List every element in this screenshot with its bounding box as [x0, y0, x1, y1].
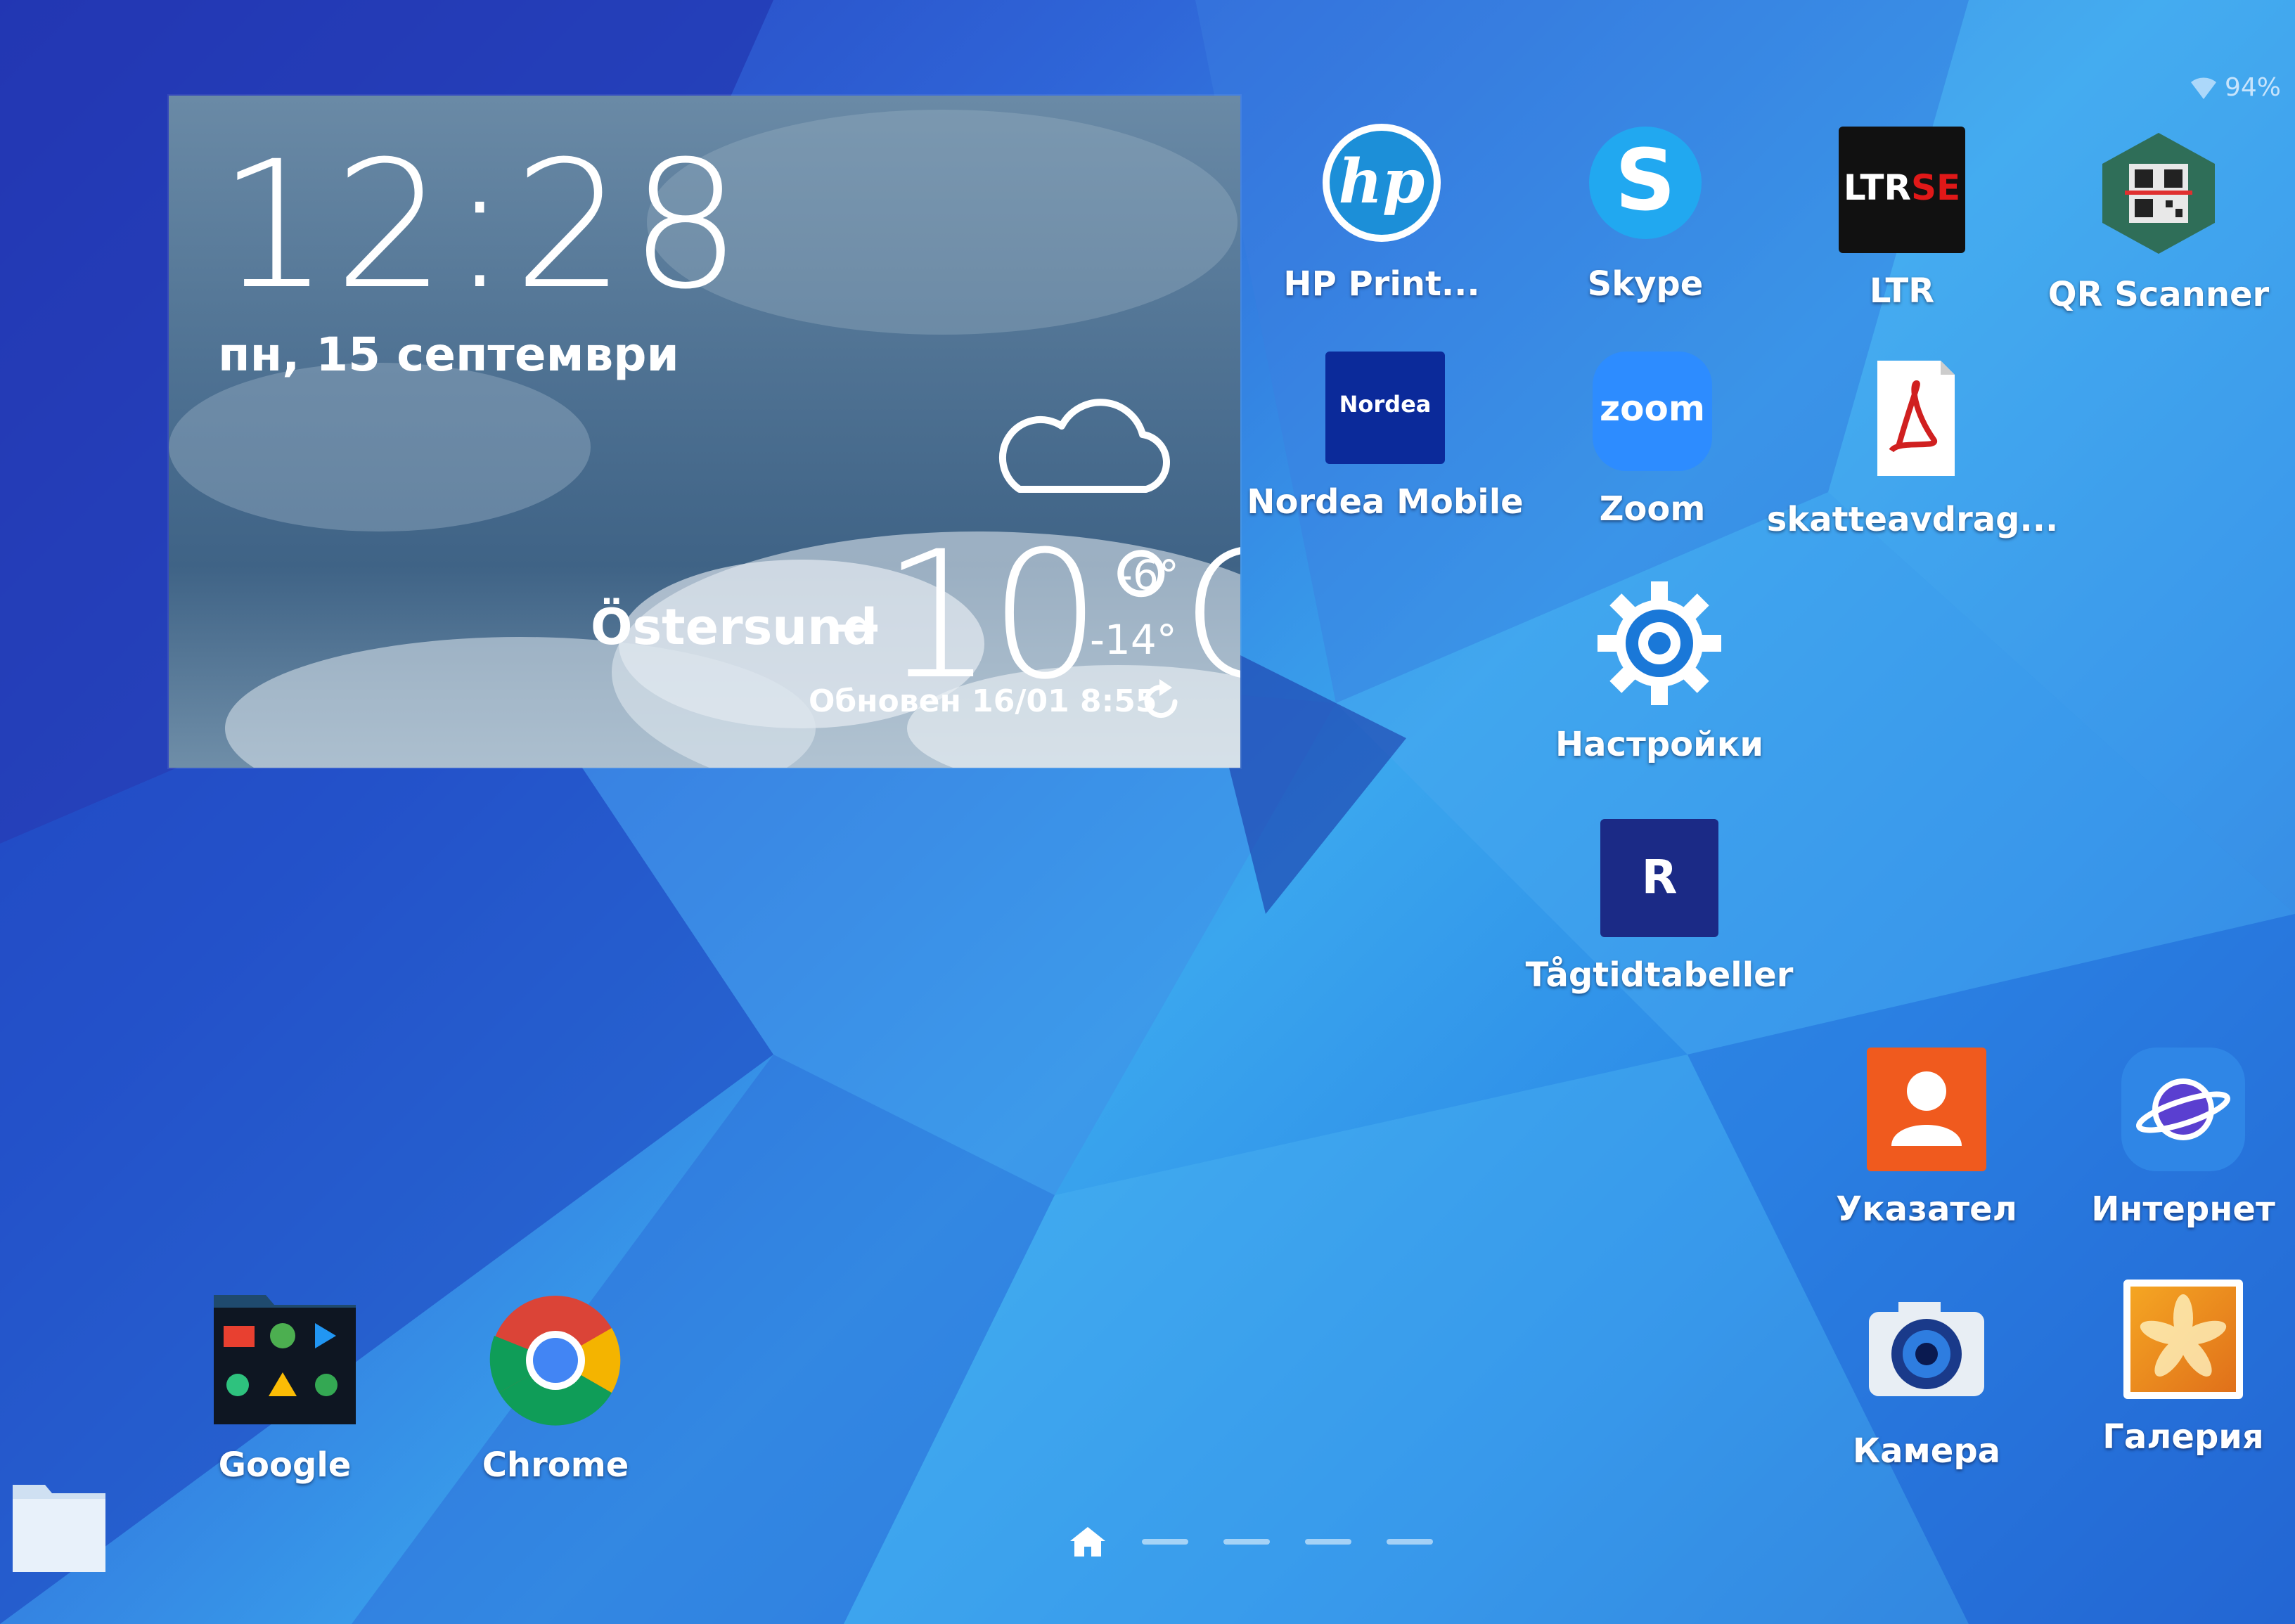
- page-dot[interactable]: [1305, 1539, 1351, 1545]
- app-chrome[interactable]: Chrome: [408, 1294, 703, 1485]
- weather-updated: Обновен 16/01 8:55: [809, 683, 1157, 719]
- folder-google[interactable]: Google: [137, 1287, 432, 1485]
- app-ltr[interactable]: LTRSE LTR: [1754, 127, 2050, 311]
- battery-percent: 94%: [2224, 73, 2281, 102]
- app-qr-scanner[interactable]: QR Scanner: [2011, 130, 2295, 314]
- folder-icon[interactable]: [10, 1476, 108, 1575]
- refresh-icon[interactable]: [1136, 676, 1186, 727]
- cloud-icon: [998, 399, 1170, 493]
- app-label: Skype: [1587, 264, 1704, 304]
- gear-icon: [1596, 580, 1723, 707]
- app-zoom[interactable]: zoom Zoom: [1505, 352, 1800, 529]
- home-icon[interactable]: [1069, 1526, 1107, 1558]
- nordea-icon: Nordea: [1325, 352, 1445, 464]
- app-settings[interactable]: Настройки: [1512, 580, 1807, 764]
- app-camera[interactable]: Камера: [1779, 1287, 2074, 1471]
- app-label: Настройки: [1555, 725, 1763, 764]
- app-label: HP Print...: [1283, 264, 1480, 304]
- weather-low: -14°: [1090, 616, 1177, 664]
- app-label: LTR: [1869, 271, 1935, 311]
- train-icon: R: [1600, 819, 1718, 937]
- page-dot[interactable]: [1142, 1539, 1188, 1545]
- hp-icon: hp: [1318, 120, 1445, 246]
- internet-icon: [2121, 1048, 2245, 1171]
- app-label: skatteavdrag...: [1766, 500, 2059, 539]
- page-dot[interactable]: [1223, 1539, 1270, 1545]
- app-gallery[interactable]: Галерия: [2036, 1280, 2295, 1457]
- app-label: Tågtidtabeller: [1525, 955, 1794, 995]
- app-nordea-mobile[interactable]: Nordea Nordea Mobile: [1238, 352, 1533, 522]
- clock-date: пн, 15 септември: [218, 328, 679, 382]
- svg-text:hp: hp: [1339, 146, 1425, 217]
- google-folder-icon: [210, 1287, 360, 1427]
- wifi-icon: [2190, 77, 2216, 99]
- status-bar: 94%: [2190, 73, 2281, 102]
- contacts-icon: [1867, 1048, 1986, 1171]
- app-contacts[interactable]: Указател: [1779, 1048, 2074, 1229]
- app-label: QR Scanner: [2048, 275, 2270, 314]
- app-label: Галерия: [2102, 1417, 2264, 1457]
- app-skype[interactable]: S Skype: [1498, 120, 1793, 304]
- camera-icon: [1863, 1287, 1990, 1413]
- home-screen: 94% 12:28 пн, 15 септември Östersund -10…: [0, 0, 2295, 1624]
- qr-scanner-icon: [2095, 130, 2222, 257]
- app-label: Nordea Mobile: [1247, 482, 1524, 522]
- app-label: Указател: [1836, 1190, 2017, 1229]
- page-dot[interactable]: [1387, 1539, 1433, 1545]
- clock-time: 12:28: [218, 123, 746, 328]
- chrome-icon: [489, 1294, 622, 1427]
- app-skatteavdrag[interactable]: skatteavdrag...: [1765, 355, 2060, 539]
- zoom-icon: zoom: [1593, 352, 1712, 471]
- app-label: Интернет: [2091, 1190, 2275, 1229]
- page-indicator: [1069, 1526, 1433, 1558]
- app-tagtidtabeller[interactable]: R Tågtidtabeller: [1512, 819, 1807, 995]
- weather-clock-widget[interactable]: 12:28 пн, 15 септември Östersund -10°C -…: [169, 96, 1240, 768]
- pdf-icon: [1849, 355, 1976, 482]
- gallery-icon: [2123, 1280, 2243, 1399]
- weather-high: -6°: [1118, 551, 1179, 599]
- app-label: Камера: [1852, 1431, 2001, 1471]
- skype-icon: S: [1582, 120, 1709, 246]
- app-label: Chrome: [482, 1445, 629, 1485]
- app-hp-print[interactable]: hp HP Print...: [1234, 120, 1529, 304]
- app-label: Zoom: [1599, 489, 1706, 529]
- svg-text:S: S: [1615, 132, 1676, 230]
- app-label: Google: [218, 1445, 352, 1485]
- ltr-icon: LTRSE: [1839, 127, 1965, 253]
- app-internet[interactable]: Интернет: [2036, 1048, 2295, 1229]
